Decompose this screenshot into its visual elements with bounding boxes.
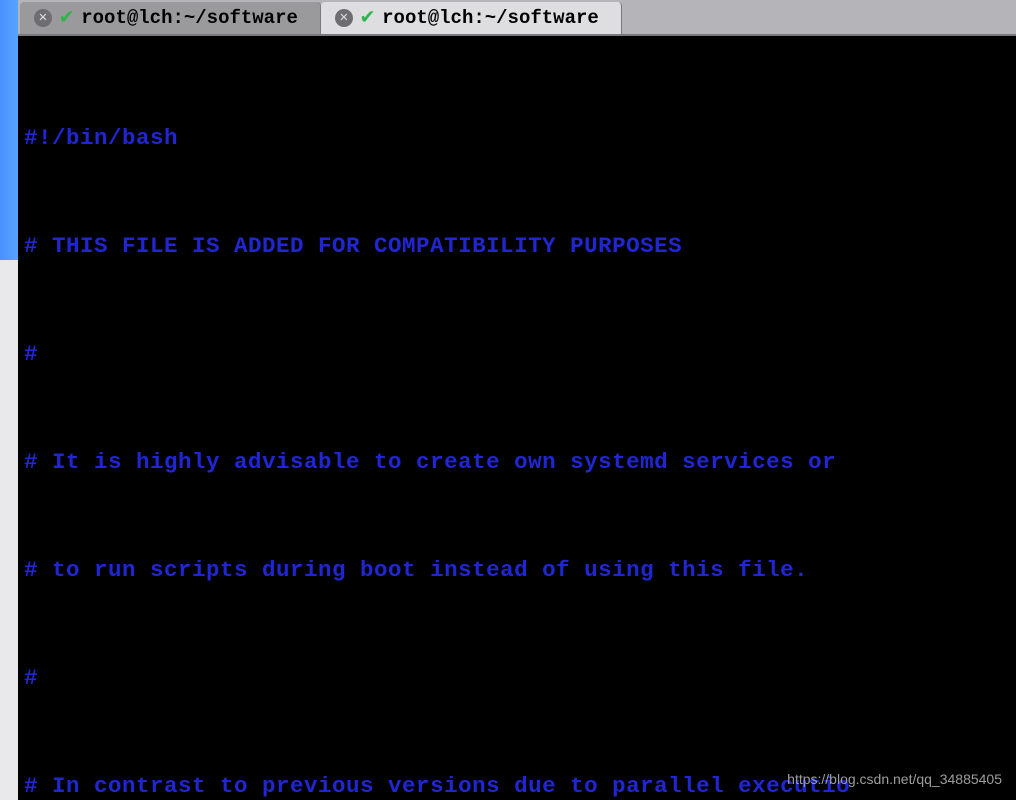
tab-label: root@lch:~/software [382, 7, 599, 29]
tab-terminal-1[interactable]: ✕ ✔ root@lch:~/software [20, 2, 321, 34]
terminal-editor[interactable]: #!/bin/bash # THIS FILE IS ADDED FOR COM… [18, 36, 1016, 800]
editor-line: # In contrast to previous versions due t… [24, 773, 850, 799]
close-icon[interactable]: ✕ [335, 9, 353, 27]
sidebar-neutral [0, 260, 18, 800]
editor-line: #!/bin/bash [24, 125, 178, 151]
editor-line: # It is highly advisable to create own s… [24, 449, 850, 475]
sidebar-accent [0, 0, 18, 260]
check-icon: ✔ [60, 7, 73, 29]
window-left-strip [0, 0, 18, 800]
main-area: ✕ ✔ root@lch:~/software ✕ ✔ root@lch:~/s… [18, 0, 1016, 800]
tab-bar: ✕ ✔ root@lch:~/software ✕ ✔ root@lch:~/s… [18, 0, 1016, 36]
editor-line: # THIS FILE IS ADDED FOR COMPATIBILITY P… [24, 233, 682, 259]
tab-label: root@lch:~/software [81, 7, 298, 29]
editor-line: # [24, 341, 38, 367]
watermark-text: https://blog.csdn.net/qq_34885405 [787, 768, 1002, 790]
editor-line: # [24, 665, 38, 691]
check-icon: ✔ [361, 7, 374, 29]
tab-terminal-2[interactable]: ✕ ✔ root@lch:~/software [321, 2, 622, 34]
editor-line: # to run scripts during boot instead of … [24, 557, 808, 583]
close-icon[interactable]: ✕ [34, 9, 52, 27]
